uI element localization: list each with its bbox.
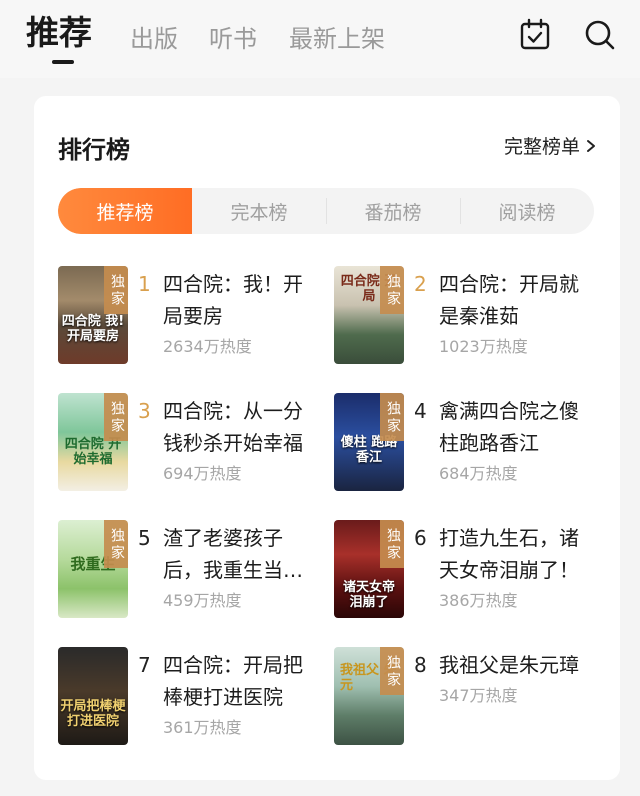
tab-publishing[interactable]: 出版 [130,24,178,54]
rank-number: 7 [138,653,151,677]
book-item-1[interactable]: 四合院 我!开局要房 独家 1 四合院：我！开局要房 2634万热度 [58,266,328,370]
cover-title: 开局把棒梗 打进医院 [60,699,126,729]
rank-number: 2 [414,272,427,296]
book-item-4[interactable]: 傻柱 跑路香江 独家 4 禽满四合院之傻柱跑路香江 684万热度 [334,393,604,497]
segment-recommend[interactable]: 推荐榜 [58,188,192,234]
book-item-5[interactable]: 我重生 独家 5 渣了老婆孩子后，我重生当… 459万热度 [58,520,328,624]
tab-new-arrivals[interactable]: 最新上架 [289,24,385,54]
book-cover: 我祖父 朱元 独家 [334,647,404,745]
book-heat: 694万热度 [163,464,242,483]
book-cover: 四合院 开始幸福 独家 [58,393,128,491]
book-heat: 2634万热度 [163,337,252,356]
book-cover: 诸天女帝 泪崩了 独家 [334,520,404,618]
ranking-segmented-control: 推荐榜 完本榜 番茄榜 阅读榜 [58,188,594,234]
book-cover: 开局把棒梗 打进医院 [58,647,128,745]
exclusive-badge: 独家 [380,647,404,695]
book-item-2[interactable]: 四合院 开局 独家 2 四合院：开局就是秦淮茹 1023万热度 [334,266,604,370]
tab-recommend[interactable]: 推荐 [26,14,92,52]
rank-number: 5 [138,526,151,550]
book-heat: 684万热度 [439,464,518,483]
book-heat: 386万热度 [439,591,518,610]
chevron-right-icon [587,139,595,152]
exclusive-badge: 独家 [380,393,404,441]
book-title: 渣了老婆孩子后，我重生当… [163,526,303,582]
segment-completed[interactable]: 完本榜 [192,188,326,234]
book-title: 我祖父是朱元璋 [439,653,579,677]
rank-number: 8 [414,653,427,677]
exclusive-badge: 独家 [380,520,404,568]
book-item-8[interactable]: 我祖父 朱元 独家 8 我祖父是朱元璋 347万热度 [334,647,604,751]
cover-title: 四合院 我!开局要房 [61,314,125,344]
book-heat: 347万热度 [439,686,518,705]
rank-number: 6 [414,526,427,550]
book-cover: 傻柱 跑路香江 独家 [334,393,404,491]
book-title: 四合院：我！开局要房 [163,272,303,328]
top-nav: 推荐 出版 听书 最新上架 [0,0,640,78]
book-cover: 四合院 开局 独家 [334,266,404,364]
book-heat: 361万热度 [163,718,242,737]
tab-audiobook[interactable]: 听书 [209,24,257,54]
book-item-6[interactable]: 诸天女帝 泪崩了 独家 6 打造九生石，诸天女帝泪崩了！ 386万热度 [334,520,604,624]
search-icon[interactable] [583,18,617,52]
full-list-link[interactable]: 完整榜单 [504,132,596,159]
book-title: 打造九生石，诸天女帝泪崩了！ [439,526,579,582]
ranking-title: 排行榜 [58,136,130,164]
exclusive-badge: 独家 [104,266,128,314]
active-tab-indicator [52,60,74,64]
calendar-check-icon[interactable] [518,18,552,52]
rank-number: 3 [138,399,151,423]
ranking-card: 排行榜 完整榜单 推荐榜 完本榜 番茄榜 阅读榜 四合院 我!开局要房 独家 1… [34,96,620,780]
exclusive-badge: 独家 [380,266,404,314]
book-title: 四合院：从一分钱秒杀开始幸福 [163,399,303,455]
rank-number: 4 [414,399,427,423]
book-title: 四合院：开局把棒梗打进医院 [163,653,303,709]
book-cover: 我重生 独家 [58,520,128,618]
segment-fanqie[interactable]: 番茄榜 [326,188,460,234]
book-item-7[interactable]: 开局把棒梗 打进医院 7 四合院：开局把棒梗打进医院 361万热度 [58,647,328,751]
exclusive-badge: 独家 [104,393,128,441]
book-item-3[interactable]: 四合院 开始幸福 独家 3 四合院：从一分钱秒杀开始幸福 694万热度 [58,393,328,497]
segment-reading[interactable]: 阅读榜 [460,188,594,234]
book-cover: 四合院 我!开局要房 独家 [58,266,128,364]
rank-number: 1 [138,272,151,296]
cover-title: 四合院 开始幸福 [64,437,122,467]
book-heat: 459万热度 [163,591,242,610]
book-title: 四合院：开局就是秦淮茹 [439,272,579,328]
book-title: 禽满四合院之傻柱跑路香江 [439,399,579,455]
full-list-label: 完整榜单 [503,136,580,158]
book-heat: 1023万热度 [439,337,528,356]
cover-title: 诸天女帝 泪崩了 [342,580,395,610]
exclusive-badge: 独家 [104,520,128,568]
